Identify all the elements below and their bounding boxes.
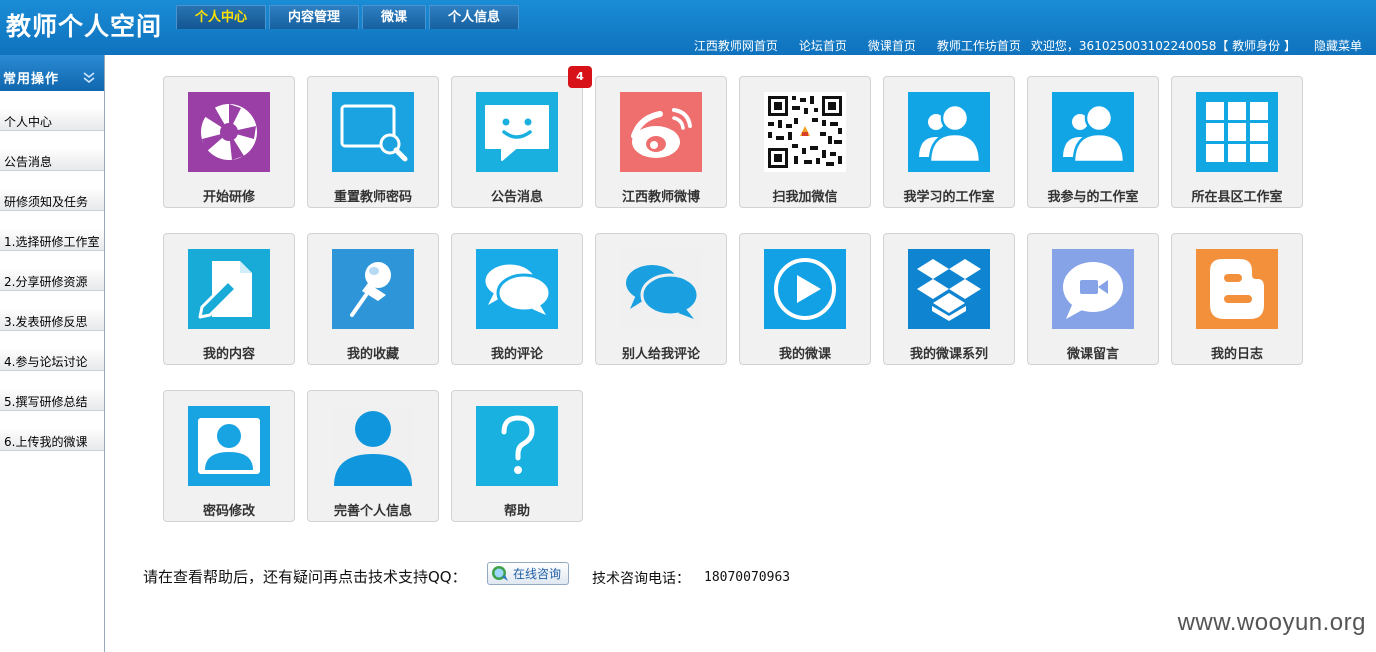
tile-start-study[interactable]: 开始研修 xyxy=(163,76,295,208)
help-text: 请在查看帮助后，还有疑问再点击技术支持QQ： xyxy=(143,568,467,586)
sidebar-item-write-summary[interactable]: 5.撰写研修总结 xyxy=(0,371,104,411)
tile-label: 我参与的工作室 xyxy=(1047,190,1139,205)
tile-my-favorites[interactable]: 我的收藏 xyxy=(307,233,439,365)
sidebar-item-notices[interactable]: 公告消息 xyxy=(0,131,104,171)
watermark: www.wooyun.org xyxy=(1177,609,1366,636)
tile-label: 我的评论 xyxy=(490,347,543,362)
users-icon xyxy=(1052,92,1134,172)
tile-label: 所在县区工作室 xyxy=(1191,190,1283,205)
tile-my-comments[interactable]: 我的评论 xyxy=(451,233,583,365)
tile-label: 公告消息 xyxy=(490,190,543,205)
chat-smile-icon xyxy=(476,92,558,172)
tile-reset-password[interactable]: 重置教师密码 xyxy=(307,76,439,208)
link-workshop-home[interactable]: 教师工作坊首页 xyxy=(937,37,1021,54)
tile-label: 扫我加微信 xyxy=(772,190,838,205)
chat-bubbles-blue-icon xyxy=(620,249,702,329)
sidebar-item-choose-workshop[interactable]: 1.选择研修工作室 xyxy=(0,211,104,251)
tile-label: 我的收藏 xyxy=(346,347,399,362)
sidebar-menu: 个人中心 公告消息 研修须知及任务 1.选择研修工作室 2.分享研修资源 3.发… xyxy=(0,91,104,451)
tile-label: 我的微课 xyxy=(778,347,831,362)
tile-wechat-qr[interactable]: 扫我加微信 xyxy=(739,76,871,208)
tab-personal-info[interactable]: 个人信息 xyxy=(429,5,520,29)
tile-label: 我的内容 xyxy=(202,347,255,362)
sidebar-title: 常用操作 xyxy=(3,72,60,87)
site-title: 教师个人空间 xyxy=(6,12,163,41)
magnifier-screen-icon xyxy=(332,92,414,172)
dropbox-icon xyxy=(908,249,990,329)
sidebar: 常用操作 个人中心 公告消息 研修须知及任务 1.选择研修工作室 2.分享研修资… xyxy=(0,55,105,652)
support-phone: 18070070963 xyxy=(704,570,791,585)
sidebar-item-forum-discussion[interactable]: 4.参与论坛讨论 xyxy=(0,331,104,371)
top-header: 教师个人空间 个人中心 内容管理 微课 个人信息 江西教师网首页 论坛首页 微课… xyxy=(0,0,1376,55)
user-icon xyxy=(332,406,414,486)
tile-course-messages[interactable]: 微课留言 xyxy=(1027,233,1159,365)
qr-code-icon xyxy=(764,92,846,172)
top-links: 江西教师网首页 论坛首页 微课首页 教师工作坊首页 欢迎您，3610250031… xyxy=(673,37,1362,54)
weibo-icon xyxy=(620,92,702,172)
sidebar-header[interactable]: 常用操作 xyxy=(0,55,104,91)
link-micro-course-home[interactable]: 微课首页 xyxy=(868,37,916,54)
play-icon xyxy=(764,249,846,329)
tile-help[interactable]: 帮助 xyxy=(451,390,583,522)
chat-bubbles-icon xyxy=(476,249,558,329)
tile-label: 别人给我评论 xyxy=(621,347,700,362)
aperture-icon xyxy=(188,92,270,172)
tile-my-micro-courses[interactable]: 我的微课 xyxy=(739,233,871,365)
tile-label: 江西教师微博 xyxy=(621,190,700,205)
tile-label: 完善个人信息 xyxy=(333,504,412,519)
tile-my-blog[interactable]: 我的日志 xyxy=(1171,233,1303,365)
tile-label: 帮助 xyxy=(503,504,530,519)
sidebar-item-upload-micro-course[interactable]: 6.上传我的微课 xyxy=(0,411,104,451)
sidebar-item-personal-center[interactable]: 个人中心 xyxy=(0,91,104,131)
users-icon xyxy=(908,92,990,172)
sidebar-item-share-resources[interactable]: 2.分享研修资源 xyxy=(0,251,104,291)
tile-my-study-workshops[interactable]: 我学习的工作室 xyxy=(883,76,1015,208)
question-icon xyxy=(476,406,558,486)
hide-menu-link[interactable]: 隐藏菜单 xyxy=(1314,37,1362,54)
video-chat-icon xyxy=(1052,249,1134,329)
tile-others-comments[interactable]: 别人给我评论 xyxy=(595,233,727,365)
tile-complete-profile[interactable]: 完善个人信息 xyxy=(307,390,439,522)
tile-label: 微课留言 xyxy=(1066,347,1119,362)
tile-notices[interactable]: 公告消息 xyxy=(451,76,583,208)
user-card-icon xyxy=(188,406,270,486)
edit-document-icon xyxy=(188,249,270,329)
tile-my-joined-workshops[interactable]: 我参与的工作室 xyxy=(1027,76,1159,208)
tile-county-workshops[interactable]: 所在县区工作室 xyxy=(1171,76,1303,208)
tile-change-password[interactable]: 密码修改 xyxy=(163,390,295,522)
sidebar-item-post-reflection[interactable]: 3.发表研修反思 xyxy=(0,291,104,331)
phone-label: 技术咨询电话： xyxy=(592,571,690,587)
online-consult-label: 在线咨询 xyxy=(513,567,562,581)
online-consult-button[interactable]: 在线咨询 xyxy=(487,562,569,585)
sidebar-item-study-guide[interactable]: 研修须知及任务 xyxy=(0,171,104,211)
tab-personal-center[interactable]: 个人中心 xyxy=(176,5,267,29)
tile-my-content[interactable]: 我的内容 xyxy=(163,233,295,365)
tile-label: 开始研修 xyxy=(202,190,255,205)
notice-count-badge: 4 xyxy=(568,66,592,88)
tile-jiangxi-weibo[interactable]: 江西教师微博 xyxy=(595,76,727,208)
tile-my-course-series[interactable]: 我的微课系列 xyxy=(883,233,1015,365)
welcome-text: 欢迎您，361025003102240058【 教师身份 】 xyxy=(1030,39,1296,53)
top-nav: 个人中心 内容管理 微课 个人信息 xyxy=(176,5,522,29)
link-jiangxi-teacher-home[interactable]: 江西教师网首页 xyxy=(694,37,778,54)
tab-content-management[interactable]: 内容管理 xyxy=(269,5,360,29)
pushpin-icon xyxy=(332,249,414,329)
tile-label: 我的日志 xyxy=(1210,347,1263,362)
grid-icon xyxy=(1196,92,1278,172)
blogger-icon xyxy=(1196,249,1278,329)
tile-label: 重置教师密码 xyxy=(333,190,412,205)
link-forum-home[interactable]: 论坛首页 xyxy=(799,37,847,54)
tile-label: 密码修改 xyxy=(202,504,255,519)
tile-label: 我的微课系列 xyxy=(909,347,988,362)
tab-micro-course[interactable]: 微课 xyxy=(362,5,427,29)
qq-chat-icon xyxy=(491,565,510,582)
tile-label: 我学习的工作室 xyxy=(903,190,995,205)
